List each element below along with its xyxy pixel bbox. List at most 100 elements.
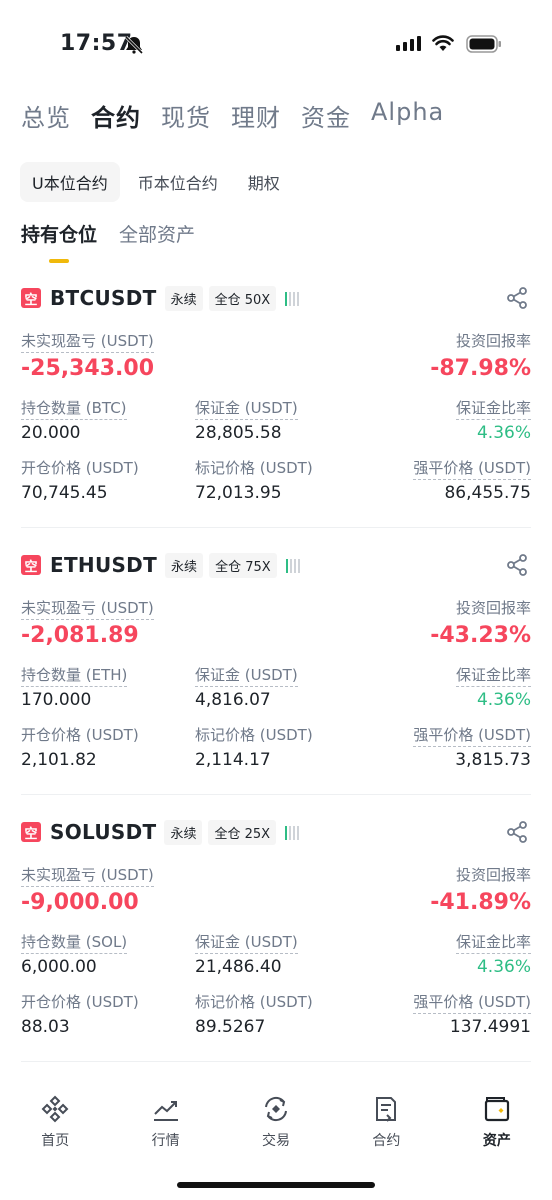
liquidation-price-label[interactable]: 强平价格 (USDT) [413, 991, 531, 1014]
nav-trade[interactable]: 交易 [221, 1080, 331, 1160]
roi-label: 投资回报率 [455, 599, 531, 617]
futures-icon [376, 1097, 397, 1122]
liquidation-price-value: 86,455.75 [444, 483, 531, 503]
share-icon[interactable] [505, 820, 529, 844]
entry-price-label: 开仓价格 (USDT) [21, 993, 139, 1011]
tab-alpha[interactable]: Alpha [371, 98, 444, 133]
adl-indicator-icon [285, 557, 300, 573]
markets-icon [153, 1101, 178, 1121]
position-symbol[interactable]: ETHUSDT [50, 553, 157, 577]
home-indicator[interactable] [177, 1182, 375, 1188]
nav-markets[interactable]: 行情 [110, 1080, 220, 1160]
mark-price-label: 标记价格 (USDT) [195, 993, 313, 1011]
tab-funding[interactable]: 资金 [301, 98, 351, 133]
tab-spot[interactable]: 现货 [161, 98, 211, 133]
top-tabs: 总览 合约 现货 理财 资金 Alpha [21, 98, 444, 133]
mark-price-label: 标记价格 (USDT) [195, 726, 313, 744]
short-badge: 空 [21, 822, 41, 842]
margin-ratio-label[interactable]: 保证金比率 [455, 664, 531, 687]
margin-mode-tag[interactable]: 全仓 25X [208, 819, 277, 845]
nav-home[interactable]: 首页 [0, 1080, 110, 1160]
adl-indicator-icon [285, 290, 300, 306]
mark-price-value: 89.5267 [195, 1017, 266, 1037]
tab-futures[interactable]: 合约 [91, 98, 141, 133]
nav-assets[interactable]: 资产 [442, 1080, 552, 1160]
position-size-value: 6,000.00 [21, 957, 97, 977]
cellular-signal-icon [396, 36, 421, 51]
position-size-value: 170.000 [21, 690, 92, 710]
status-time: 17:57 [60, 31, 133, 56]
tab-options[interactable]: 期权 [236, 162, 292, 202]
position-card-ethusdt[interactable]: 空 ETHUSDT 永续 全仓 75X 未实现盈亏 (USDT) 投资回报率 -… [21, 552, 531, 793]
position-header: 空 BTCUSDT 永续 全仓 50X [21, 285, 300, 311]
battery-icon [466, 35, 501, 53]
position-size-value: 20.000 [21, 423, 81, 443]
short-badge: 空 [21, 288, 41, 308]
tab-earn[interactable]: 理财 [231, 98, 281, 133]
roi-label: 投资回报率 [455, 332, 531, 350]
mark-price-value: 2,114.17 [195, 750, 271, 770]
nav-futures[interactable]: 合约 [331, 1080, 441, 1160]
nav-assets-label: 资产 [482, 1133, 511, 1149]
entry-price-value: 2,101.82 [21, 750, 97, 770]
margin-label[interactable]: 保证金 (USDT) [195, 931, 298, 954]
tab-coinm-futures[interactable]: 币本位合约 [126, 162, 230, 202]
margin-ratio-value: 4.36% [476, 957, 531, 977]
margin-ratio-label[interactable]: 保证金比率 [455, 931, 531, 954]
unrealized-pnl-label[interactable]: 未实现盈亏 (USDT) [21, 330, 154, 353]
liquidation-price-label[interactable]: 强平价格 (USDT) [413, 457, 531, 480]
position-size-label[interactable]: 持仓数量 (BTC) [21, 397, 127, 420]
liquidation-price-value: 3,815.73 [455, 750, 531, 770]
position-symbol[interactable]: BTCUSDT [50, 286, 157, 310]
unrealized-pnl-value: -2,081.89 [21, 623, 139, 648]
position-size-label[interactable]: 持仓数量 (ETH) [21, 664, 128, 687]
mark-price-label: 标记价格 (USDT) [195, 459, 313, 477]
position-header: 空 ETHUSDT 永续 全仓 75X [21, 552, 300, 578]
entry-price-label: 开仓价格 (USDT) [21, 459, 139, 477]
roi-value: -43.23% [430, 623, 531, 648]
mark-price-value: 72,013.95 [195, 483, 282, 503]
margin-ratio-value: 4.36% [476, 423, 531, 443]
entry-price-value: 70,745.45 [21, 483, 108, 503]
position-card-btcusdt[interactable]: 空 BTCUSDT 永续 全仓 50X 未实现盈亏 (USDT) 投资回报率 -… [21, 285, 531, 526]
status-bar: 17:57 [0, 0, 552, 90]
share-icon[interactable] [505, 553, 529, 577]
position-tabs: 持有仓位 全部资产 [21, 220, 195, 265]
bell-muted-icon [124, 36, 144, 54]
margin-mode-tag[interactable]: 全仓 50X [208, 285, 277, 311]
margin-mode-tag[interactable]: 全仓 75X [209, 552, 277, 578]
nav-home-label: 首页 [41, 1133, 70, 1149]
unrealized-pnl-value: -9,000.00 [21, 890, 139, 915]
margin-label[interactable]: 保证金 (USDT) [195, 664, 298, 687]
tab-overview[interactable]: 总览 [21, 98, 71, 133]
position-card-solusdt[interactable]: 空 SOLUSDT 永续 全仓 25X 未实现盈亏 (USDT) 投资回报率 -… [21, 819, 531, 1060]
short-badge: 空 [21, 555, 41, 575]
margin-value: 21,486.40 [195, 957, 282, 977]
tab-usdm-futures[interactable]: U本位合约 [20, 162, 120, 202]
entry-price-value: 88.03 [21, 1017, 70, 1037]
contract-type-tag: 永续 [165, 552, 204, 578]
margin-ratio-label[interactable]: 保证金比率 [455, 397, 531, 420]
margin-value: 28,805.58 [195, 423, 282, 443]
tab-open-positions[interactable]: 持有仓位 [21, 220, 97, 265]
position-symbol[interactable]: SOLUSDT [50, 820, 156, 844]
divider [21, 527, 531, 528]
roi-value: -41.89% [430, 890, 531, 915]
tab-all-assets[interactable]: 全部资产 [119, 220, 195, 265]
margin-label[interactable]: 保证金 (USDT) [195, 397, 298, 420]
share-icon[interactable] [505, 286, 529, 310]
trade-icon [265, 1096, 288, 1122]
unrealized-pnl-label[interactable]: 未实现盈亏 (USDT) [21, 864, 154, 887]
wallet-icon [484, 1097, 509, 1122]
roi-value: -87.98% [430, 356, 531, 381]
unrealized-pnl-label[interactable]: 未实现盈亏 (USDT) [21, 597, 154, 620]
entry-price-label: 开仓价格 (USDT) [21, 726, 139, 744]
margin-ratio-value: 4.36% [476, 690, 531, 710]
contract-type-tag: 永续 [164, 285, 203, 311]
bottom-nav: 首页 行情 交易 合约 资产 [0, 1080, 552, 1160]
nav-trade-label: 交易 [262, 1133, 291, 1149]
position-size-label[interactable]: 持仓数量 (SOL) [21, 931, 128, 954]
divider [21, 794, 531, 795]
nav-futures-label: 合约 [372, 1133, 401, 1149]
liquidation-price-label[interactable]: 强平价格 (USDT) [413, 724, 531, 747]
